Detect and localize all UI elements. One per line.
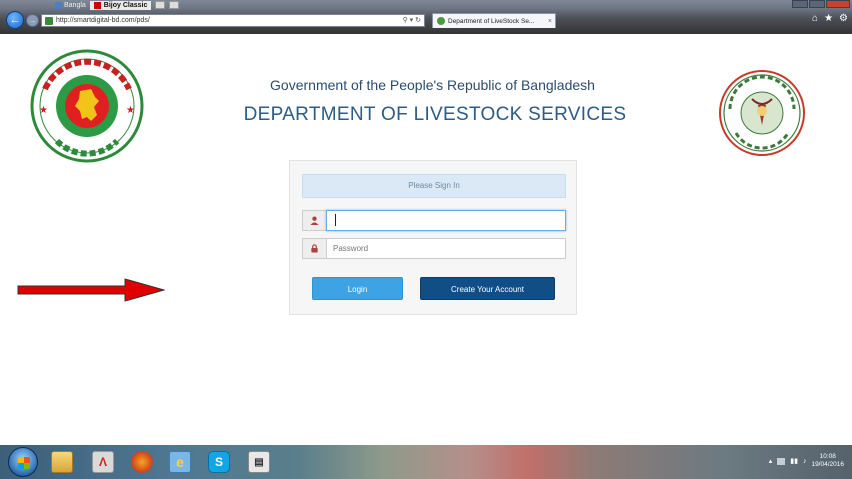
forward-arrow-icon: → xyxy=(28,16,37,25)
browser-chrome: Bangla Bijoy Classic ← → http://smartdig… xyxy=(0,0,852,34)
forward-button[interactable]: → xyxy=(26,14,39,27)
tray-signal-icon[interactable]: ▮▮ xyxy=(790,457,798,465)
signin-header: Please Sign In xyxy=(302,174,566,198)
internet-explorer-icon[interactable]: e xyxy=(169,451,191,473)
window-close-button[interactable] xyxy=(826,0,850,8)
government-title: Government of the People's Republic of B… xyxy=(270,77,595,93)
home-icon[interactable]: ⌂ xyxy=(812,13,818,24)
clock-date: 19/04/2016 xyxy=(811,461,844,468)
address-tools[interactable]: ⚲ ▾ ↻ xyxy=(403,16,421,24)
tab-active[interactable]: Department of LiveStock Se... × xyxy=(432,13,556,28)
taskbar-clock[interactable]: 10:08 19/04/2016 xyxy=(811,453,844,469)
start-button[interactable] xyxy=(8,447,38,477)
password-input[interactable] xyxy=(326,238,566,259)
back-button[interactable]: ← xyxy=(6,11,24,29)
screen: Bangla Bijoy Classic ← → http://smartdig… xyxy=(0,0,852,479)
windows-taskbar: Λ e S ▤ ▴ ▮▮ ♪ 10:08 19/04/2016 xyxy=(0,445,852,479)
taskbar-app-icon[interactable]: ▤ xyxy=(248,451,270,473)
password-row xyxy=(302,238,566,259)
settings-gear-icon[interactable]: ⚙ xyxy=(839,13,848,24)
strip-dropdown-button[interactable] xyxy=(155,1,166,9)
bijoy-icon xyxy=(93,1,101,9)
livestock-department-logo xyxy=(719,70,805,156)
top-app-strip: Bangla Bijoy Classic xyxy=(55,0,235,10)
svg-text:★: ★ xyxy=(126,105,135,116)
back-arrow-icon: ← xyxy=(9,14,21,26)
tray-volume-icon[interactable]: ♪ xyxy=(803,458,807,465)
text-cursor xyxy=(335,214,336,226)
address-bar[interactable]: http://smartdigital-bd.com/pds/ ⚲ ▾ ↻ xyxy=(41,14,425,27)
window-controls xyxy=(792,0,850,8)
address-url: http://smartdigital-bd.com/pds/ xyxy=(56,17,150,24)
browser-tools: ⌂ ★ ⚙ xyxy=(812,13,848,24)
username-row xyxy=(302,210,566,231)
user-icon xyxy=(310,216,319,225)
minimize-button[interactable] xyxy=(792,0,808,8)
windows-logo-icon xyxy=(18,457,30,469)
acrobat-reader-icon[interactable]: Λ xyxy=(92,451,114,473)
create-account-button[interactable]: Create Your Account xyxy=(420,277,555,300)
system-tray: ▴ ▮▮ ♪ 10:08 19/04/2016 xyxy=(769,453,844,469)
tab-close-icon[interactable]: × xyxy=(548,18,552,25)
login-button[interactable]: Login xyxy=(312,277,403,300)
svg-text:★: ★ xyxy=(39,105,48,116)
government-seal-logo: ★ ★ xyxy=(30,49,144,163)
bijoy-label: Bijoy Classic xyxy=(103,1,148,9)
skype-icon[interactable]: S xyxy=(208,451,230,473)
username-input[interactable] xyxy=(326,210,566,231)
clock-time: 10:08 xyxy=(819,453,836,460)
page-content: ★ ★ Government of the People's Republic … xyxy=(0,34,852,445)
page-favicon-icon xyxy=(45,16,53,25)
maximize-button[interactable] xyxy=(809,0,825,8)
password-addon xyxy=(302,238,326,259)
bangla-app-icon xyxy=(55,1,62,9)
department-title: DEPARTMENT OF LIVESTOCK SERVICES xyxy=(243,104,627,125)
firefox-icon[interactable] xyxy=(131,451,153,473)
lock-icon xyxy=(311,244,318,253)
strip-menu-button[interactable] xyxy=(169,1,180,9)
red-arrow-icon xyxy=(17,278,165,302)
bangla-app-label: Bangla xyxy=(64,1,86,9)
file-explorer-icon[interactable] xyxy=(51,451,73,473)
username-addon xyxy=(302,210,326,231)
tab-title: Department of LiveStock Se... xyxy=(448,17,535,25)
bangla-app[interactable]: Bangla xyxy=(55,1,86,9)
tray-expand-icon[interactable]: ▴ xyxy=(769,457,773,465)
login-panel: Please Sign In Login Create Your Account xyxy=(289,160,577,315)
bijoy-classic-app[interactable]: Bijoy Classic xyxy=(89,0,152,10)
tray-keyboard-icon[interactable] xyxy=(777,457,786,465)
tab-favicon-icon xyxy=(437,17,445,25)
favorites-star-icon[interactable]: ★ xyxy=(824,13,833,24)
